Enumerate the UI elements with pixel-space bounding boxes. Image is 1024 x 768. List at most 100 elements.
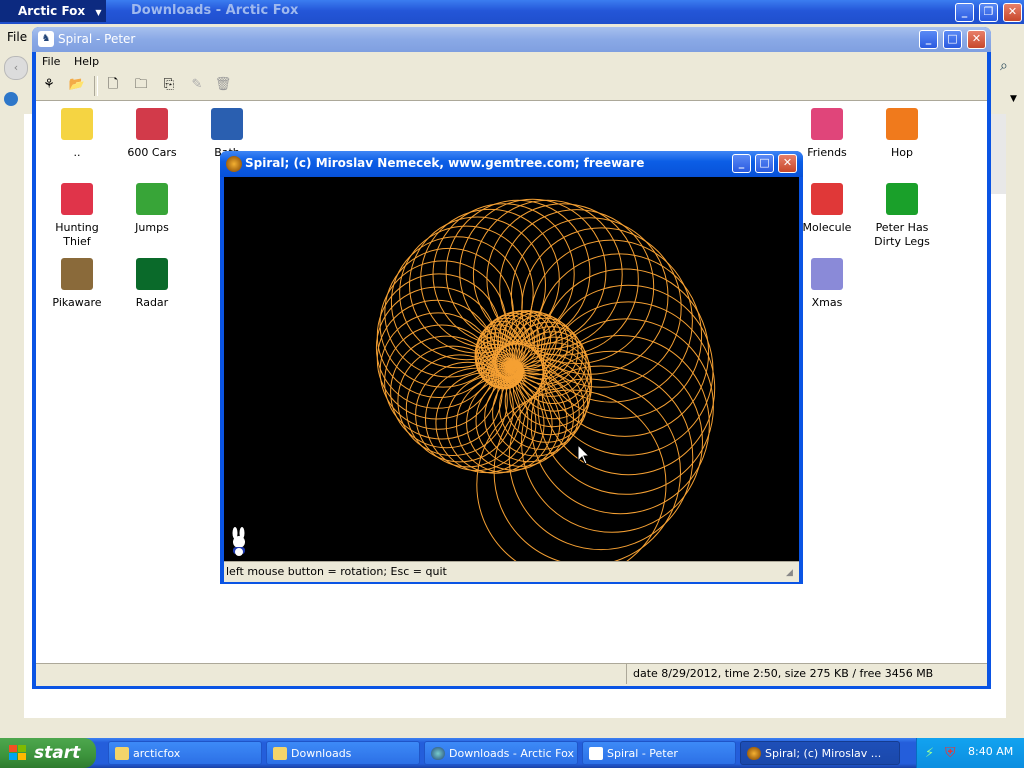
- browser-restore-button[interactable]: ❐: [979, 3, 998, 22]
- copy-icon[interactable]: ⎘: [160, 76, 178, 94]
- peter-app-icon: [589, 747, 603, 760]
- dropdown-arrow-icon: ▼: [95, 8, 102, 17]
- pikaware-icon: [61, 258, 93, 290]
- edit-icon[interactable]: ✎: [188, 76, 206, 94]
- spiral-app-icon[interactable]: [226, 156, 242, 172]
- task-spiral[interactable]: Spiral; (c) Miroslav ...: [740, 741, 900, 765]
- peter-app-icon[interactable]: ♞: [38, 31, 54, 47]
- peter-menu-bar: File Help: [36, 52, 987, 72]
- program-item[interactable]: Hop: [865, 108, 939, 160]
- browser-close-button[interactable]: ✕: [1003, 3, 1022, 22]
- back-arrow-icon[interactable]: ‹: [4, 56, 28, 80]
- program-item[interactable]: ..: [40, 108, 114, 160]
- spiral-title: Spiral; (c) Miroslav Nemecek, www.gemtre…: [245, 156, 645, 170]
- spiral-close-button[interactable]: ✕: [778, 154, 797, 173]
- bunny-icon: [232, 527, 245, 556]
- new-file-icon[interactable]: 🗋: [104, 76, 122, 94]
- program-item[interactable]: 600 Cars: [115, 108, 189, 160]
- task-spiral-peter[interactable]: Spiral - Peter: [582, 741, 736, 765]
- program-item[interactable]: Jumps: [115, 183, 189, 235]
- spiral-maximize-button[interactable]: □: [755, 154, 774, 173]
- program-item-label: Hop: [891, 146, 913, 159]
- spiral-circle: [530, 335, 710, 515]
- browser-app-menu-button[interactable]: Arctic Fox ▼: [0, 0, 106, 22]
- browser-menu-file[interactable]: File: [7, 30, 27, 44]
- browser-minimize-button[interactable]: _: [955, 3, 974, 22]
- security-shield-icon[interactable]: ⛨: [945, 745, 956, 761]
- task-label: Downloads: [291, 747, 352, 760]
- spiral-status-bar: left mouse button = rotation; Esc = quit…: [224, 561, 799, 582]
- peter-toolbar: ⚘ 📂 🗋 🗀 ⎘ ✎ 🗑: [36, 72, 987, 101]
- spiral-app-icon: [747, 747, 761, 760]
- peter-minimize-button[interactable]: _: [919, 30, 938, 49]
- windows-logo-icon: [9, 745, 26, 760]
- folder-icon: [115, 747, 129, 760]
- thief-icon: [61, 183, 93, 215]
- spiral-canvas[interactable]: [224, 177, 799, 561]
- car-icon: [136, 108, 168, 140]
- spiral-circle: [432, 203, 575, 346]
- new-folder-icon[interactable]: 🗀: [132, 76, 150, 94]
- open-folder-icon[interactable]: 📂: [68, 76, 86, 94]
- close-icon: ✕: [971, 32, 982, 45]
- toolbar-separator: [94, 76, 98, 96]
- program-item[interactable]: Radar: [115, 258, 189, 310]
- peter-title: Spiral - Peter: [58, 32, 136, 46]
- program-item-label: Radar: [135, 296, 169, 309]
- program-item[interactable]: Friends: [790, 108, 864, 160]
- radar-icon: [136, 258, 168, 290]
- search-icon[interactable]: ⌕: [1000, 58, 1020, 78]
- resize-grip-icon[interactable]: ◢: [786, 568, 793, 578]
- program-item-label: 600 Cars: [127, 146, 177, 159]
- peter-title-bar[interactable]: [32, 27, 991, 52]
- peter-maximize-button[interactable]: □: [943, 30, 962, 49]
- restore-icon: ❐: [983, 5, 994, 18]
- menu-file[interactable]: File: [42, 55, 60, 68]
- bunny-icon: [136, 183, 168, 215]
- folder-icon: [273, 747, 287, 760]
- task-arcticfox[interactable]: arcticfox: [108, 741, 262, 765]
- program-item[interactable]: Hunting Thief: [40, 183, 114, 249]
- network-icon[interactable]: ⚡: [925, 746, 934, 761]
- mouse-cursor-icon: [577, 444, 591, 465]
- task-downloads-arctic-fox[interactable]: Downloads - Arctic Fox: [424, 741, 578, 765]
- peter-close-button[interactable]: ✕: [967, 30, 986, 49]
- chevron-down-icon[interactable]: ▼: [1010, 94, 1017, 104]
- snowman-icon: [811, 258, 843, 290]
- program-item[interactable]: Pikaware: [40, 258, 114, 310]
- task-label: Spiral; (c) Miroslav ...: [765, 747, 882, 760]
- program-item[interactable]: Peter Has Dirty Legs: [865, 183, 939, 249]
- task-downloads[interactable]: Downloads: [266, 741, 420, 765]
- program-item-label: Hunting Thief: [55, 221, 99, 248]
- peter-status-bar: date 8/29/2012, time 2:50, size 275 KB /…: [36, 663, 987, 686]
- spiral-drawing: [375, 198, 716, 561]
- close-icon: ✕: [782, 156, 793, 169]
- program-item-label: Pikaware: [52, 296, 102, 309]
- program-item-label: Peter Has Dirty Legs: [874, 221, 930, 248]
- clock[interactable]: 8:40 AM: [968, 745, 1013, 758]
- start-button[interactable]: start: [0, 738, 96, 768]
- minimize-icon: _: [738, 156, 745, 169]
- spiral-minimize-button[interactable]: _: [732, 154, 751, 173]
- spiral-circle: [459, 198, 607, 346]
- program-item-label: Jumps: [135, 221, 169, 234]
- molecule-icon: [811, 183, 843, 215]
- program-item-label: ..: [73, 146, 81, 159]
- task-label: Spiral - Peter: [607, 747, 678, 760]
- task-label: arcticfox: [133, 747, 181, 760]
- peter-status-text: date 8/29/2012, time 2:50, size 275 KB /…: [626, 664, 933, 684]
- browser-tab-icon[interactable]: [4, 92, 18, 106]
- maximize-icon: □: [947, 32, 958, 45]
- menu-help[interactable]: Help: [74, 55, 99, 68]
- folder-up-icon: [61, 108, 93, 140]
- house-icon: [811, 108, 843, 140]
- task-label: Downloads - Arctic Fox: [449, 747, 574, 760]
- bunny-icon: [886, 108, 918, 140]
- start-label: start: [34, 743, 81, 763]
- browser-title: Downloads - Arctic Fox: [131, 3, 299, 18]
- tree-view-icon[interactable]: ⚘: [40, 76, 58, 94]
- delete-icon[interactable]: 🗑: [214, 76, 232, 94]
- close-icon: ✕: [1007, 5, 1018, 18]
- flower-icon: [886, 183, 918, 215]
- spiral-status-text: left mouse button = rotation; Esc = quit: [226, 565, 447, 578]
